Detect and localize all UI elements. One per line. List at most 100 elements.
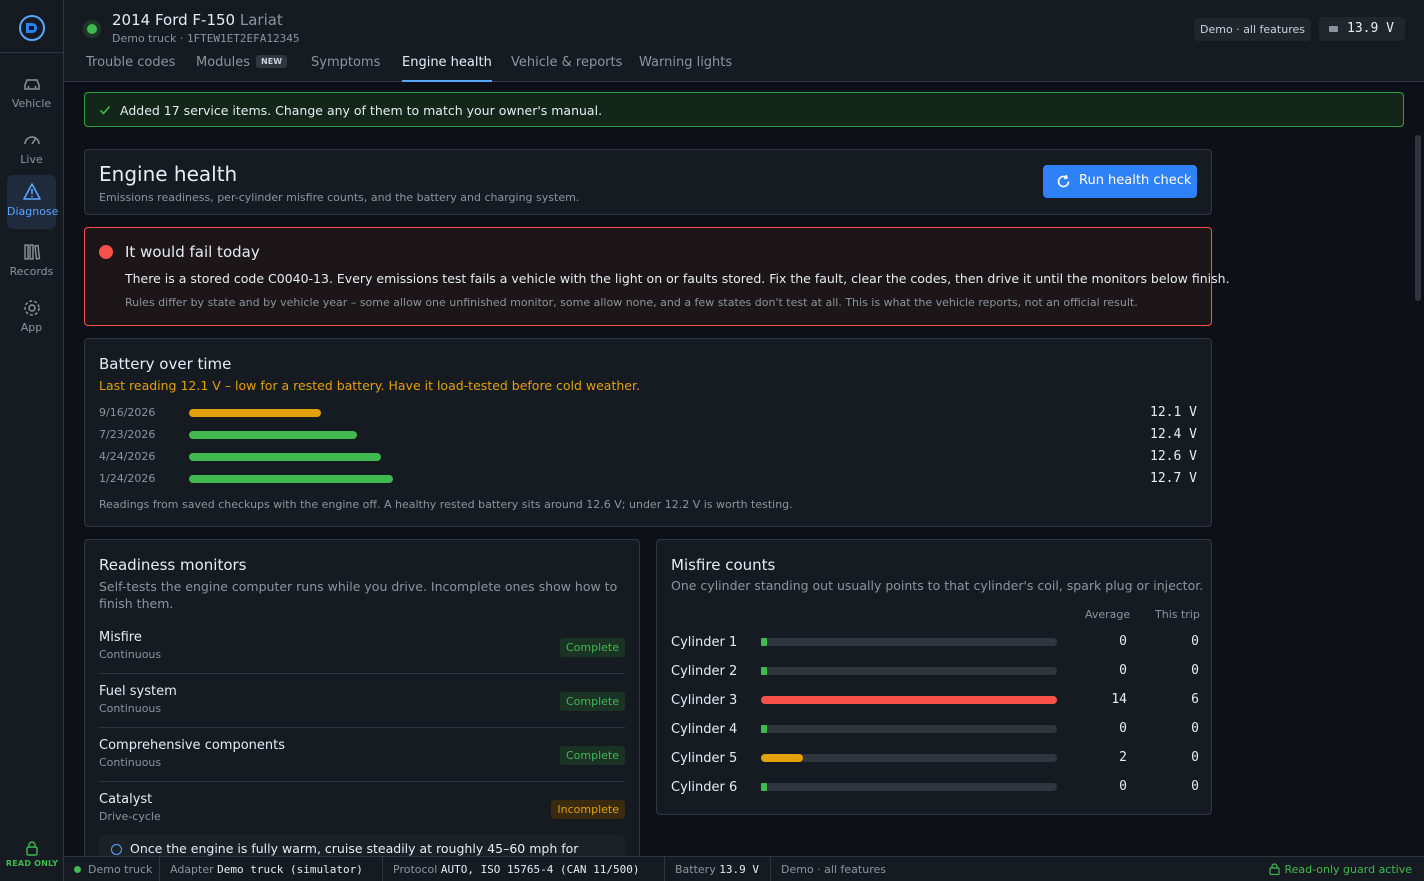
reading-date: 1/24/2026: [99, 472, 156, 485]
cylinder-name: Cylinder 1: [671, 635, 738, 650]
reading-bar: [189, 475, 393, 483]
reading-value: 12.1 V: [1150, 405, 1197, 420]
new-badge: NEW: [256, 55, 288, 68]
tab-warning-lights[interactable]: Warning lights: [639, 55, 732, 82]
monitor-row[interactable]: Comprehensive components Continuous Comp…: [99, 728, 625, 782]
misfire-this-trip: 0: [1191, 750, 1199, 765]
tab-label: Symptoms: [311, 55, 381, 70]
battery-reading-row: 1/24/2026 12.7 V: [99, 471, 1197, 487]
tab-label: Engine health: [402, 55, 492, 70]
misfire-this-trip: 6: [1191, 692, 1199, 707]
demo-mode-pill[interactable]: Demo · all features: [1194, 18, 1311, 41]
status-adapter-value: Demo truck (simulator): [217, 863, 363, 876]
car-icon: [23, 79, 40, 90]
nav-item-label: Records: [9, 265, 54, 278]
engine-health-card: Engine health Emissions readiness, per-c…: [84, 149, 1212, 215]
reading-value: 12.6 V: [1150, 449, 1197, 464]
tab-vehicle-reports[interactable]: Vehicle & reports: [511, 55, 622, 82]
monitor-row[interactable]: Fuel system Continuous Complete: [99, 674, 625, 728]
monitor-status-badge: Complete: [559, 638, 625, 657]
cylinder-name: Cylinder 5: [671, 751, 738, 766]
top-header: 2014 Ford F-150 Lariat Demo truck · 1FTE…: [64, 0, 1424, 82]
lock-icon: [26, 841, 38, 856]
tab-label: Vehicle & reports: [511, 55, 623, 70]
misfire-track: [761, 725, 1057, 733]
cylinder-name: Cylinder 2: [671, 664, 738, 679]
monitor-status-badge: Incomplete: [551, 800, 625, 819]
verdict-body: There is a stored code C0040-13. Every e…: [125, 271, 1230, 286]
nav-item-vehicle[interactable]: Vehicle: [7, 67, 56, 117]
nav-item-diagnose[interactable]: Diagnose: [7, 175, 59, 229]
status-battery-label: Battery: [675, 863, 716, 876]
nav-item-app[interactable]: App: [7, 291, 56, 341]
verdict-title: It would fail today: [125, 243, 260, 261]
divider: [159, 857, 160, 881]
gear-icon: [23, 300, 40, 316]
read-only-guard: Read-only guard active: [1269, 863, 1412, 876]
battery-card: Battery over time Last reading 12.1 V – …: [84, 338, 1212, 527]
monitor-name: Fuel system: [99, 684, 177, 699]
read-only-label: READ ONLY: [5, 859, 59, 868]
status-adapter-label: Adapter: [170, 863, 214, 876]
left-rail: Vehicle Live Diagnose Records App READ O…: [0, 0, 64, 881]
status-battery: Battery 13.9 V: [675, 863, 759, 876]
misfire-this-trip: 0: [1191, 779, 1199, 794]
rail-divider: [0, 52, 63, 53]
verdict-note: Rules differ by state and by vehicle yea…: [125, 296, 1138, 309]
cylinder-name: Cylinder 4: [671, 722, 738, 737]
monitor-row[interactable]: Catalyst Drive-cycle Incomplete: [99, 782, 625, 836]
nav-item-label: Diagnose: [7, 205, 59, 218]
tab-engine-health[interactable]: Engine health: [402, 55, 492, 82]
voltage-pill: 13.9 V: [1319, 17, 1405, 41]
monitor-kind: Continuous: [99, 648, 162, 661]
battery-reading-row: 7/23/2026 12.4 V: [99, 427, 1197, 443]
warning-triangle-icon: [22, 183, 41, 200]
monitor-kind: Continuous: [99, 702, 162, 715]
refresh-icon: [1057, 174, 1070, 188]
status-bar: Demo truck Adapter Demo truck (simulator…: [64, 856, 1424, 881]
nav-item-live[interactable]: Live: [7, 123, 56, 173]
tab-trouble-codes[interactable]: Trouble codes: [86, 55, 175, 82]
vehicle-name: 2014 Ford F-150: [112, 11, 236, 29]
misfire-track: [761, 638, 1057, 646]
cylinder-row: Cylinder 3 14 6: [671, 692, 1199, 710]
run-health-check-label: Run health check: [1079, 173, 1192, 188]
nav-item-records[interactable]: Records: [7, 235, 56, 285]
battery-title: Battery over time: [99, 355, 232, 373]
check-icon: [99, 105, 111, 115]
emissions-verdict-card: It would fail today There is a stored co…: [84, 227, 1230, 326]
scrollbar-thumb[interactable]: [1415, 135, 1421, 301]
misfire-card: Misfire counts One cylinder standing out…: [656, 539, 1212, 815]
status-protocol-label: Protocol: [393, 863, 438, 876]
app-logo-icon[interactable]: [18, 14, 46, 42]
readiness-subtitle: Self-tests the engine computer runs whil…: [99, 579, 618, 611]
divider: [382, 857, 383, 881]
monitor-row[interactable]: Misfire Continuous Complete: [99, 620, 625, 674]
reading-value: 12.4 V: [1150, 427, 1197, 442]
vehicle-profile: Demo truck: [112, 32, 177, 45]
cylinder-row: Cylinder 2 0 0: [671, 663, 1199, 681]
reading-date: 7/23/2026: [99, 428, 156, 441]
run-health-check-button[interactable]: Run health check: [1043, 165, 1197, 198]
cylinder-row: Cylinder 1 0 0: [671, 634, 1199, 652]
misfire-bar: [761, 725, 767, 733]
status-profile: Demo truck: [88, 863, 153, 876]
tab-symptoms[interactable]: Symptoms: [311, 55, 380, 82]
misfire-track: [761, 696, 1057, 704]
battery-reading-row: 9/16/2026 12.1 V: [99, 405, 1197, 421]
monitor-kind: Drive-cycle: [99, 810, 161, 823]
hint-text: Once the engine is fully warm, cruise st…: [130, 841, 579, 856]
cylinder-name: Cylinder 3: [671, 693, 738, 708]
reading-date: 9/16/2026: [99, 406, 156, 419]
tab-label: Modules: [196, 55, 251, 70]
status-adapter: Adapter Demo truck (simulator): [170, 863, 363, 876]
misfire-this-trip: 0: [1191, 634, 1199, 649]
column-header-average: Average: [1085, 608, 1131, 621]
misfire-track: [761, 667, 1057, 675]
monitor-name: Misfire: [99, 630, 142, 645]
misfire-this-trip: 0: [1191, 663, 1199, 678]
read-only-guard-text: Read-only guard active: [1284, 863, 1412, 876]
tab-modules[interactable]: Modules NEW: [196, 55, 288, 82]
readiness-card: Readiness monitors Self-tests the engine…: [84, 539, 640, 869]
nav-item-label: Vehicle: [11, 97, 52, 110]
